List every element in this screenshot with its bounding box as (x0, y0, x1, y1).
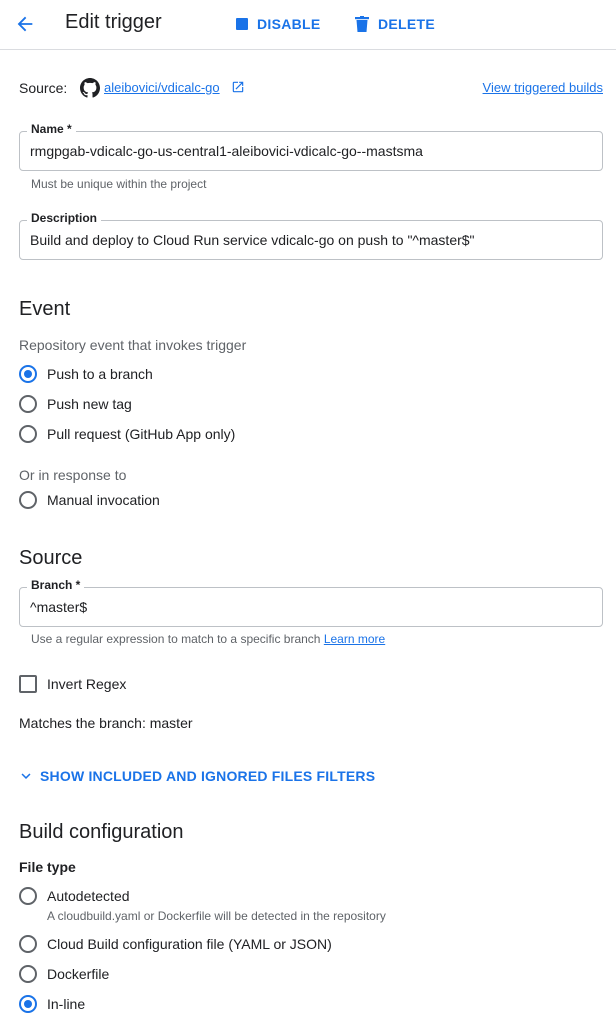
radio-pull-request[interactable]: Pull request (GitHub App only) (19, 423, 235, 445)
source-label: Source: (19, 80, 68, 96)
repository-link[interactable]: aleibovici/vdicalc-go (104, 80, 220, 95)
top-app-bar: Edit trigger DISABLE DELETE (0, 0, 616, 50)
build-config-section-title: Build configuration (19, 821, 184, 843)
file-type-label: File type (19, 859, 76, 875)
radio-dockerfile[interactable]: Dockerfile (19, 963, 109, 985)
name-field: Name * (19, 122, 603, 171)
event-subtitle: Repository event that invokes trigger (19, 337, 247, 353)
or-in-response-label: Or in response to (19, 467, 127, 483)
invert-regex-checkbox-row[interactable]: Invert Regex (19, 673, 126, 695)
disable-label: DISABLE (257, 16, 321, 32)
autodetected-description: A cloudbuild.yaml or Dockerfile will be … (47, 909, 386, 923)
page-title: Edit trigger (65, 11, 162, 33)
radio-button-selected[interactable] (19, 365, 37, 383)
radio-button[interactable] (19, 887, 37, 905)
learn-more-link[interactable]: Learn more (324, 632, 385, 646)
radio-manual-invocation[interactable]: Manual invocation (19, 489, 160, 511)
disable-button[interactable]: DISABLE (236, 14, 321, 34)
invert-regex-checkbox[interactable] (19, 675, 37, 693)
radio-button[interactable] (19, 491, 37, 509)
matches-branch-text: Matches the branch: master (19, 715, 193, 731)
branch-field: Branch * (19, 578, 603, 627)
branch-input[interactable] (30, 588, 596, 626)
radio-button[interactable] (19, 425, 37, 443)
description-field: Description (19, 211, 603, 260)
github-icon (80, 78, 100, 98)
radio-button[interactable] (19, 935, 37, 953)
branch-hint: Use a regular expression to match to a s… (31, 632, 386, 646)
radio-autodetected[interactable]: Autodetected (19, 885, 130, 907)
event-section-title: Event (19, 298, 71, 320)
radio-button-selected[interactable] (19, 995, 37, 1013)
delete-label: DELETE (378, 16, 436, 32)
back-button[interactable] (10, 9, 40, 39)
view-triggered-builds-link[interactable]: View triggered builds (483, 80, 603, 95)
description-input[interactable] (30, 221, 596, 259)
stop-square-icon (236, 18, 248, 30)
name-hint: Must be unique within the project (31, 177, 207, 191)
radio-in-line[interactable]: In-line (19, 993, 85, 1015)
radio-button[interactable] (19, 395, 37, 413)
invert-regex-label: Invert Regex (47, 676, 127, 692)
radio-push-new-tag[interactable]: Push new tag (19, 393, 132, 415)
open-in-new-icon[interactable] (231, 80, 245, 94)
radio-push-to-branch[interactable]: Push to a branch (19, 363, 153, 385)
radio-button[interactable] (19, 965, 37, 983)
arrow-back-icon (17, 16, 33, 32)
show-files-filters-button[interactable]: SHOW INCLUDED AND IGNORED FILES FILTERS (17, 766, 375, 786)
name-input[interactable] (30, 132, 596, 170)
radio-cloud-build-config[interactable]: Cloud Build configuration file (YAML or … (19, 933, 332, 955)
trash-icon (355, 16, 369, 32)
delete-button[interactable]: DELETE (355, 14, 435, 34)
chevron-down-icon (17, 767, 35, 785)
source-section-title: Source (19, 547, 83, 569)
